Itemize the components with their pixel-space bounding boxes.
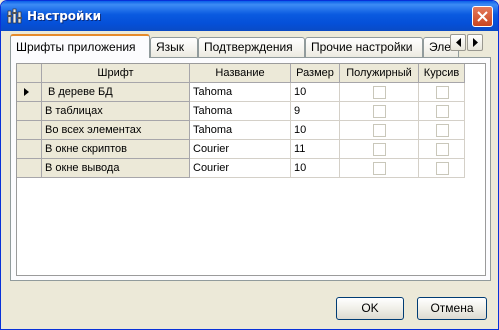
ok-button[interactable]: OK: [336, 297, 404, 320]
row-indicator[interactable]: [17, 121, 42, 140]
cell-italic[interactable]: [419, 83, 465, 102]
tab-language[interactable]: Язык: [150, 37, 198, 57]
close-icon: [477, 11, 488, 22]
row-indicator[interactable]: [17, 102, 42, 121]
close-button[interactable]: [472, 6, 493, 27]
cell-font-name[interactable]: Courier: [190, 140, 291, 159]
arrow-right-icon: [473, 38, 478, 47]
row-indicator[interactable]: [17, 140, 42, 159]
column-header-italic[interactable]: Курсив: [419, 64, 465, 83]
italic-checkbox[interactable]: [435, 105, 449, 118]
cell-italic[interactable]: [419, 121, 465, 140]
settings-dialog: Настройки Шрифты приложения Язык Подтвер…: [0, 0, 499, 330]
cell-font-name[interactable]: Tahoma: [190, 102, 291, 121]
cell-font: В окне скриптов: [42, 140, 190, 159]
tab-other-settings[interactable]: Прочие настройки: [305, 37, 423, 57]
cell-font: В дереве БД: [42, 83, 190, 102]
tab-label: Язык: [156, 40, 185, 54]
cell-italic[interactable]: [419, 140, 465, 159]
tab-confirmations[interactable]: Подтверждения: [198, 37, 305, 57]
cell-font-name[interactable]: Courier: [190, 159, 291, 178]
cell-font-size[interactable]: 11: [291, 140, 340, 159]
bold-checkbox[interactable]: [373, 162, 386, 175]
italic-checkbox[interactable]: [435, 162, 449, 175]
cell-bold[interactable]: [340, 159, 419, 178]
app-settings-icon: [7, 8, 22, 24]
cell-font-size[interactable]: 10: [291, 121, 340, 140]
window-title: Настройки: [27, 9, 102, 23]
cell-font-name[interactable]: Tahoma: [190, 121, 291, 140]
column-header-font[interactable]: Шрифт: [42, 64, 190, 83]
cell-bold[interactable]: [340, 140, 419, 159]
tab-label: Шрифты приложения: [16, 40, 136, 54]
cell-font-size[interactable]: 10: [291, 159, 340, 178]
italic-checkbox[interactable]: [435, 86, 449, 99]
arrow-left-icon: [456, 38, 461, 47]
bold-checkbox[interactable]: [373, 105, 386, 118]
tab-label: Прочие настройки: [311, 40, 413, 54]
cell-font: Во всех элементах: [42, 121, 190, 140]
italic-checkbox[interactable]: [435, 143, 449, 156]
column-header-name[interactable]: Название: [190, 64, 291, 83]
tab-strip: Шрифты приложения Язык Подтверждения Про…: [10, 34, 490, 58]
cell-italic[interactable]: [419, 159, 465, 178]
column-header-bold[interactable]: Полужирный: [340, 64, 419, 83]
row-indicator[interactable]: [17, 159, 42, 178]
bold-checkbox[interactable]: [373, 143, 386, 156]
cell-bold[interactable]: [340, 83, 419, 102]
tab-scroll-left-button[interactable]: [450, 34, 466, 51]
fonts-grid[interactable]: Шрифт Название Размер Полужирный Курсив …: [16, 63, 486, 276]
cell-font: В окне вывода: [42, 159, 190, 178]
cell-bold[interactable]: [340, 121, 419, 140]
cell-font: В таблицах: [42, 102, 190, 121]
cell-font-name[interactable]: Tahoma: [190, 83, 291, 102]
cell-font-size[interactable]: 9: [291, 102, 340, 121]
title-bar[interactable]: Настройки: [1, 1, 498, 31]
tab-panel-app-fonts: Шрифт Название Размер Полужирный Курсив …: [10, 57, 491, 281]
cell-font-size[interactable]: 10: [291, 83, 340, 102]
tab-scroll-right-button[interactable]: [467, 34, 483, 51]
column-header-size[interactable]: Размер: [291, 64, 340, 83]
tab-label: Подтверждения: [204, 40, 293, 54]
italic-checkbox[interactable]: [435, 124, 449, 137]
cell-bold[interactable]: [340, 102, 419, 121]
bold-checkbox[interactable]: [373, 86, 386, 99]
bold-checkbox[interactable]: [373, 124, 386, 137]
tab-app-fonts[interactable]: Шрифты приложения: [10, 34, 150, 58]
cancel-button[interactable]: Отмена: [417, 297, 487, 320]
grid-corner-header: [17, 64, 42, 83]
current-row-arrow-icon: [24, 88, 29, 96]
cell-italic[interactable]: [419, 102, 465, 121]
row-indicator[interactable]: [17, 83, 42, 102]
